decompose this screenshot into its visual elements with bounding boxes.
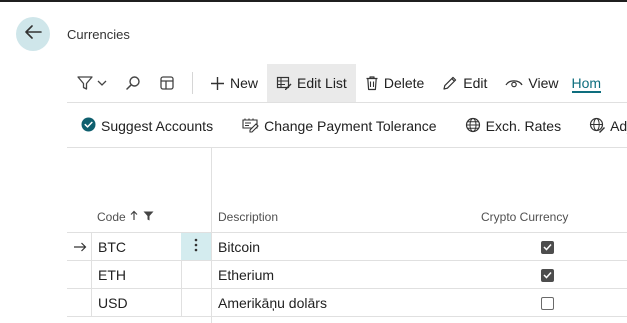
back-button[interactable] bbox=[16, 17, 50, 51]
crypto-currency-checkbox[interactable] bbox=[541, 233, 554, 261]
suggest-accounts-label: Suggest Accounts bbox=[101, 118, 214, 134]
description-cell[interactable]: Amerikāņu dolārs bbox=[218, 289, 327, 317]
row-divider bbox=[181, 289, 182, 317]
filter-icon bbox=[143, 210, 154, 224]
edit-button[interactable]: Edit bbox=[433, 64, 496, 102]
column-header-code[interactable]: Code bbox=[97, 210, 154, 224]
column-header-description[interactable]: Description bbox=[218, 210, 278, 224]
actions-divider bbox=[67, 147, 627, 148]
more-vertical-icon bbox=[194, 238, 198, 257]
suggest-accounts-button[interactable]: Suggest Accounts bbox=[67, 117, 227, 135]
search-button[interactable] bbox=[116, 64, 150, 102]
chevron-down-icon bbox=[97, 79, 107, 87]
ribbon-separator bbox=[192, 72, 193, 94]
row-actions-button[interactable] bbox=[181, 233, 211, 261]
filter-pane-icon bbox=[76, 75, 94, 91]
eye-icon bbox=[505, 76, 523, 90]
search-icon bbox=[125, 75, 141, 91]
filter-pane-button[interactable] bbox=[67, 64, 116, 102]
exch-rates-button[interactable]: Exch. Rates bbox=[451, 117, 575, 136]
edit-button-label: Edit bbox=[463, 75, 488, 91]
description-cell[interactable]: Etherium bbox=[218, 261, 274, 289]
action-ribbon: New Edit List Delete Edit View Hom bbox=[67, 64, 602, 102]
current-row-arrow-icon bbox=[73, 233, 87, 261]
row-divider bbox=[91, 261, 92, 289]
layout-button[interactable] bbox=[150, 64, 184, 102]
view-button[interactable]: View bbox=[496, 64, 567, 102]
checkmark-icon bbox=[541, 268, 554, 282]
change-payment-tolerance-label: Change Payment Tolerance bbox=[264, 118, 437, 134]
table-row[interactable]: USD Amerikāņu dolārs bbox=[67, 288, 627, 317]
promoted-actions-bar: Suggest Accounts Change Payment Toleranc… bbox=[67, 108, 627, 144]
edit-list-button-label: Edit List bbox=[297, 75, 347, 91]
sort-ascending-icon bbox=[130, 210, 138, 224]
page-title: Currencies bbox=[67, 27, 130, 42]
checkmark-icon bbox=[541, 240, 554, 254]
table-row[interactable]: BTC Bitcoin bbox=[67, 232, 627, 261]
pencil-icon bbox=[442, 75, 458, 91]
row-divider bbox=[181, 261, 182, 289]
description-cell[interactable]: Bitcoin bbox=[218, 233, 260, 261]
row-divider bbox=[91, 289, 92, 317]
delete-button[interactable]: Delete bbox=[356, 64, 433, 102]
table-bottom-border bbox=[67, 316, 627, 317]
crypto-currency-checkbox[interactable] bbox=[541, 289, 554, 317]
column-header-code-label: Code bbox=[97, 210, 126, 224]
delete-button-label: Delete bbox=[383, 75, 425, 91]
tab-home[interactable]: Hom bbox=[571, 73, 602, 93]
arrow-left-icon bbox=[24, 24, 42, 44]
layout-icon bbox=[159, 75, 175, 91]
adjust-label: Adjust bbox=[610, 118, 627, 134]
code-cell[interactable]: USD bbox=[98, 289, 128, 317]
code-cell[interactable]: BTC bbox=[98, 233, 126, 261]
new-button[interactable]: New bbox=[201, 64, 267, 102]
adjust-button[interactable]: Adjust bbox=[575, 117, 627, 136]
plus-icon bbox=[210, 76, 225, 91]
new-button-label: New bbox=[230, 75, 259, 91]
table-row[interactable]: ETH Etherium bbox=[67, 260, 627, 289]
view-button-label: View bbox=[528, 75, 559, 91]
payment-tolerance-icon bbox=[241, 117, 259, 136]
top-border bbox=[0, 0, 627, 2]
column-header-crypto-currency[interactable]: Crypto Currency bbox=[481, 210, 568, 224]
ribbon-divider bbox=[67, 102, 627, 103]
edit-list-icon bbox=[276, 75, 292, 91]
edit-list-button[interactable]: Edit List bbox=[267, 64, 356, 102]
row-divider bbox=[91, 233, 92, 261]
change-payment-tolerance-button[interactable]: Change Payment Tolerance bbox=[227, 117, 451, 136]
check-circle-icon bbox=[81, 117, 96, 135]
empty-checkbox-icon bbox=[541, 296, 554, 310]
exch-rates-label: Exch. Rates bbox=[485, 118, 562, 134]
trash-icon bbox=[365, 75, 379, 91]
globe-icon bbox=[465, 117, 481, 136]
crypto-currency-checkbox[interactable] bbox=[541, 261, 554, 289]
code-cell[interactable]: ETH bbox=[98, 261, 126, 289]
globe-adjust-icon bbox=[589, 117, 606, 136]
